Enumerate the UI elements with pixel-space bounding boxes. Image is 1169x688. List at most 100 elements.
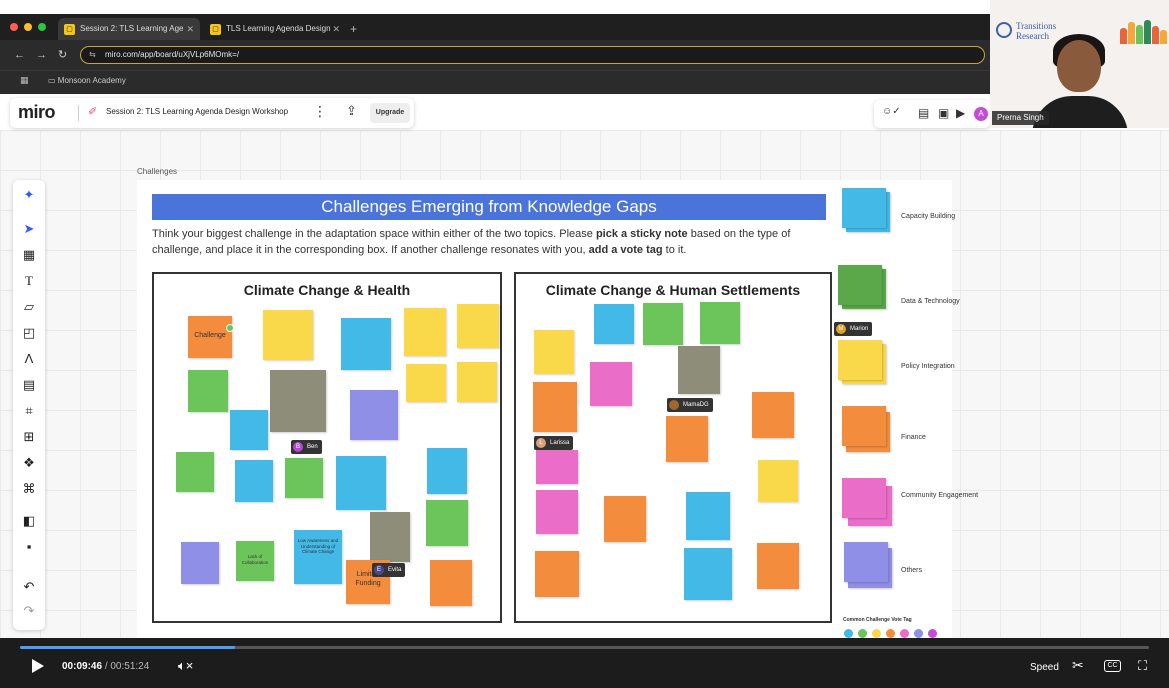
back-arrow-icon[interactable]: ← (14, 47, 25, 63)
sticky-note[interactable] (536, 450, 578, 484)
vote-dot[interactable] (226, 324, 234, 332)
apps-grid-icon[interactable]: ▦ (20, 75, 29, 86)
maximize-window-button[interactable] (38, 23, 46, 31)
vote-tag-dot[interactable] (858, 629, 867, 638)
vote-tag-dot[interactable] (928, 629, 937, 638)
minimize-window-button[interactable] (24, 23, 32, 31)
sticky-note[interactable] (230, 410, 268, 450)
sticky-note[interactable] (684, 548, 732, 600)
sticky-note[interactable] (336, 456, 386, 510)
clip-scissors-icon[interactable]: ✂ (1072, 657, 1084, 674)
close-window-button[interactable] (10, 23, 18, 31)
sticky-note[interactable] (404, 308, 446, 356)
name-tag-ben[interactable]: B Ben (291, 440, 322, 454)
close-tab-icon[interactable]: ✕ (332, 18, 340, 40)
sticky-note[interactable] (534, 330, 574, 374)
sticky-note[interactable] (666, 416, 708, 462)
sticky-note[interactable]: Challenge (188, 316, 232, 358)
text-tool-icon[interactable]: T (13, 272, 45, 290)
tab-learning-agenda[interactable]: ▢ TLS Learning Agenda Design ✕ (204, 18, 346, 40)
play-icon[interactable] (32, 659, 44, 673)
vote-tag-dot[interactable] (914, 629, 923, 638)
sticky-note[interactable] (263, 310, 313, 360)
sticky-note[interactable] (604, 496, 646, 542)
apps-icon[interactable]: ❖ (13, 454, 45, 472)
sticky-note[interactable] (181, 542, 219, 584)
vote-tag-dot[interactable] (872, 629, 881, 638)
video-call-icon[interactable]: ▶ (956, 106, 965, 120)
volume-muted-icon[interactable]: 🔈︎× (178, 658, 193, 674)
sticky-note[interactable] (430, 560, 472, 606)
sticky-note[interactable] (535, 551, 579, 597)
new-tab-button[interactable]: + (350, 18, 357, 40)
vote-tag-dot[interactable] (886, 629, 895, 638)
captions-button[interactable]: CC (1104, 660, 1121, 672)
bookmark-folder[interactable]: ▭ Monsoon Academy (48, 76, 126, 85)
vote-tag-dot[interactable] (844, 629, 853, 638)
progress-bar[interactable] (20, 646, 1149, 649)
forward-arrow-icon[interactable]: → (36, 47, 47, 63)
upload-icon[interactable]: ⊞ (13, 428, 45, 446)
select-tool-icon[interactable]: ➤ (13, 220, 45, 238)
templates-icon[interactable]: ▦ (13, 246, 45, 264)
sticky-note[interactable] (758, 460, 798, 502)
frame-label[interactable]: Challenges (137, 167, 177, 176)
pen-tool-icon[interactable]: Λ (13, 350, 45, 368)
vote-tag-dot[interactable] (900, 629, 909, 638)
sticky-note[interactable] (188, 370, 228, 412)
speed-button[interactable]: Speed (1030, 662, 1059, 673)
sticky-note[interactable] (643, 303, 683, 345)
legend-stack-data-technology[interactable] (838, 265, 886, 309)
sticky-note[interactable] (457, 362, 497, 402)
legend-stack-others[interactable] (844, 542, 892, 588)
sticky-note[interactable] (536, 490, 578, 534)
reload-icon[interactable]: ↻ (58, 47, 67, 63)
name-tag-larissa[interactable]: L Larissa (534, 436, 574, 450)
sticky-note[interactable] (678, 346, 720, 394)
sticky-note[interactable]: Lack of Collaboration (236, 541, 274, 581)
sticky-note[interactable] (427, 448, 467, 494)
site-info-icon[interactable]: ⇆ (89, 47, 96, 63)
name-tag-marion[interactable]: M Marion (834, 322, 873, 336)
frame-tool-icon[interactable]: ⌗ (13, 402, 45, 420)
sticky-note[interactable] (590, 362, 632, 406)
legend-stack-finance[interactable] (842, 406, 890, 452)
more-options-button[interactable]: ⋮ (313, 103, 327, 120)
sticky-note[interactable] (370, 512, 410, 562)
sticky-note[interactable] (285, 458, 323, 498)
sticky-note[interactable] (457, 304, 499, 348)
sticky-note[interactable]: Low Awareness and Understanding of Clima… (294, 530, 342, 584)
miro-logo[interactable]: miro (18, 102, 56, 123)
legend-stack-policy-integration[interactable] (838, 340, 886, 384)
sticky-note[interactable] (700, 302, 740, 344)
presentation-icon[interactable]: ▣ (938, 106, 949, 120)
redo-icon[interactable]: ↷ (13, 602, 45, 620)
sticky-note[interactable] (426, 500, 468, 546)
upgrade-button[interactable]: Upgrade (370, 103, 410, 123)
fullscreen-icon[interactable]: ⛶ (1138, 658, 1147, 674)
undo-icon[interactable]: ↶ (13, 578, 45, 596)
sticky-note[interactable] (752, 392, 794, 438)
sticky-note[interactable] (270, 370, 326, 432)
name-tag-evita[interactable]: E Evita (372, 563, 406, 577)
sticky-note[interactable] (533, 382, 577, 432)
shapes-icon[interactable]: ◰ (13, 324, 45, 342)
user-avatar[interactable]: A (974, 107, 988, 121)
integrations-icon[interactable]: ⌘ (13, 480, 45, 498)
legend-stack-community-engagement[interactable] (842, 478, 892, 526)
sticky-note[interactable] (176, 452, 214, 492)
sticky-note[interactable] (341, 318, 391, 370)
sticky-note[interactable] (350, 390, 398, 440)
sticky-note[interactable] (686, 492, 730, 540)
more-tools-icon[interactable]: ▪ (13, 538, 45, 556)
ai-sparkle-icon[interactable]: ✦ (13, 186, 45, 204)
table-tool-icon[interactable]: ◧ (13, 512, 45, 530)
address-bar[interactable]: ⇆ miro.com/app/board/uXjVLp6MOmk=/ (80, 46, 985, 64)
sticky-note[interactable] (757, 543, 799, 589)
sticky-note-icon[interactable]: ▱ (13, 298, 45, 316)
sticky-note[interactable] (594, 304, 634, 344)
export-icon[interactable]: ⇪ (346, 103, 357, 119)
comments-icon[interactable]: ▤ (918, 106, 929, 120)
tab-session-2[interactable]: ▢ Session 2: TLS Learning Age ✕ (58, 18, 200, 40)
comment-tool-icon[interactable]: ▤ (13, 376, 45, 394)
